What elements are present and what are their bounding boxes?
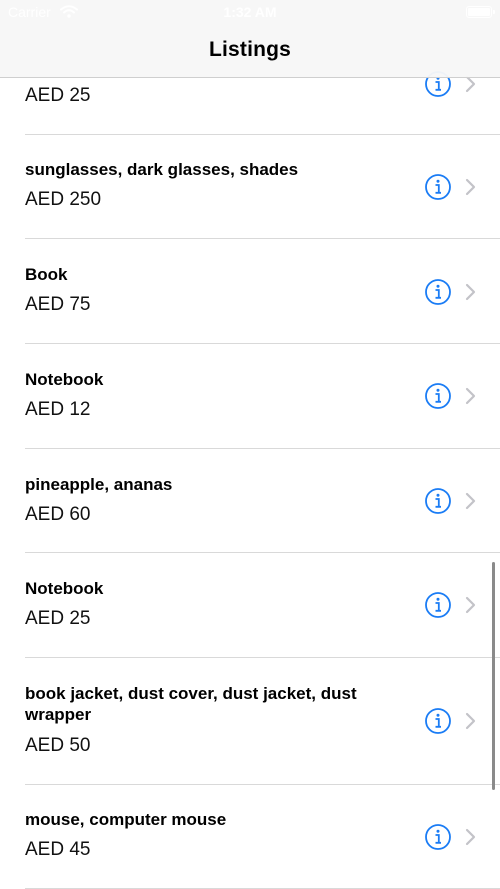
navigation-bar: Carrier 1:32 AM Listings [0,0,500,78]
info-icon[interactable] [424,707,452,735]
listing-title: pineapple, ananas [25,475,173,494]
listings-table[interactable]: AED 25 sunglasses, dark glasses, shades … [0,0,500,889]
listing-row[interactable]: book jacket, dust cover, dust jacket, du… [0,658,500,784]
listing-row[interactable]: Book AED 75 [0,239,500,343]
chevron-right-icon [465,387,476,405]
status-time: 1:32 AM [223,4,277,20]
listing-price: AED 75 [25,294,91,315]
scroll-indicator[interactable] [492,562,495,790]
listing-price: AED 25 [25,608,91,629]
listing-title: Notebook [25,370,104,389]
chevron-right-icon [465,178,476,196]
info-icon[interactable] [424,823,452,851]
info-icon[interactable] [424,591,452,619]
listing-title: book jacket, dust cover, dust jacket, du… [25,684,357,724]
listing-row[interactable]: Notebook AED 12 [0,344,500,448]
chevron-right-icon [465,492,476,510]
page-title: Listings [208,38,292,61]
listing-title: Book [25,265,68,284]
listing-row[interactable]: AED 25 [0,71,500,134]
info-icon[interactable] [424,173,452,201]
chevron-right-icon [465,712,476,730]
listing-row[interactable]: pineapple, ananas AED 60 [0,449,500,552]
listing-title: Notebook [25,579,104,598]
chevron-right-icon [465,596,476,614]
battery-icon [466,6,495,18]
listing-price: AED 25 [25,85,91,106]
chevron-right-icon [465,283,476,301]
listing-price: AED 45 [25,839,91,860]
listing-row[interactable]: sunglasses, dark glasses, shades AED 250 [0,135,500,238]
info-icon[interactable] [424,278,452,306]
info-icon[interactable] [424,487,452,515]
info-icon[interactable] [424,382,452,410]
listing-price: AED 12 [25,399,91,420]
listing-title: mouse, computer mouse [25,810,227,829]
status-bar: Carrier 1:32 AM [0,0,500,26]
listing-price: AED 250 [25,189,102,210]
listing-title: sunglasses, dark glasses, shades [25,160,299,179]
listing-price: AED 50 [25,735,91,756]
listing-row[interactable]: Notebook AED 25 [0,553,500,657]
listing-row[interactable]: mouse, computer mouse AED 45 [0,785,500,888]
chevron-right-icon [465,828,476,846]
listing-price: AED 60 [25,504,91,525]
